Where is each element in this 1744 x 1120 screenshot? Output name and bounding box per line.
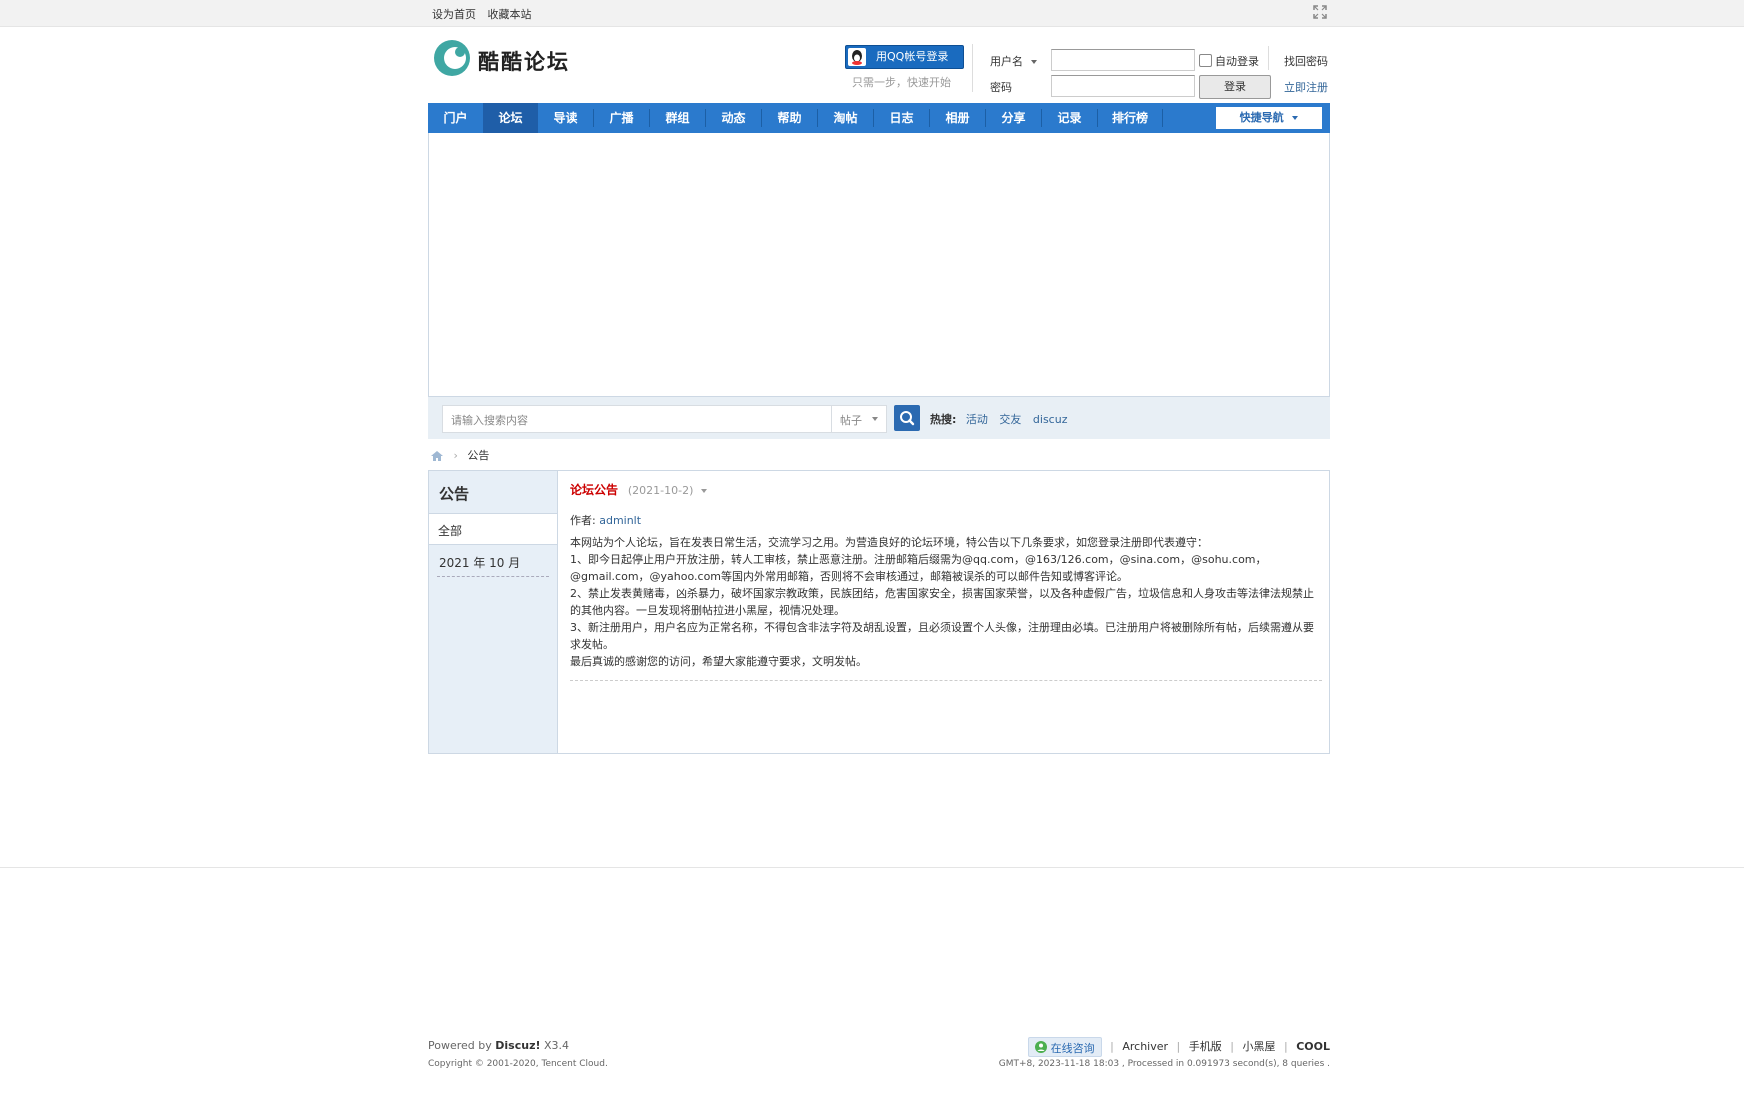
login-button[interactable]: 登录 [1199, 75, 1271, 99]
sidebar-item-all[interactable]: 全部 [429, 513, 557, 545]
announcement-paragraph: 2、禁止发表黄赌毒，凶杀暴力，破坏国家宗教政策，民族团结，危害国家安全，损害国家… [570, 587, 1314, 617]
search-button[interactable] [894, 405, 920, 431]
caret-down-icon [1292, 116, 1299, 120]
announcement-paragraph: 3、新注册用户，用户名应为正常名称，不得包含非法字符及胡乱设置，且必须设置个人头… [570, 621, 1314, 651]
nav-item-album[interactable]: 相册 [930, 103, 985, 133]
discuz-link[interactable]: Discuz! [495, 1039, 540, 1052]
nav-item-share[interactable]: 分享 [986, 103, 1041, 133]
footer-links: 在线咨询 | Archiver | 手机版 | 小黑屋 | COOL [1027, 1037, 1330, 1057]
announcement-main: 论坛公告 (2021-10-2) 作者: adminlt 本网站为个人论坛，旨在… [570, 481, 1322, 681]
announcement-panel: 公告 全部 2021 年 10 月 论坛公告 (2021-10-2) 作者: a… [428, 470, 1330, 754]
announcement-title[interactable]: 论坛公告 [570, 483, 618, 497]
header: 酷酷论坛 用QQ帐号登录 只需一步，快速开始 用户名 自动登录 找回密码 密码 … [428, 36, 1330, 100]
nav-divider [1162, 109, 1163, 127]
announcement-paragraph: 最后真诚的感谢您的访问，希望大家能遵守要求，文明发帖。 [570, 655, 867, 668]
archiver-link[interactable]: Archiver [1122, 1040, 1168, 1053]
author-line: 作者: adminlt [570, 512, 1322, 528]
auto-login-label: 自动登录 [1215, 55, 1259, 68]
nav-item-broadcast[interactable]: 广播 [594, 103, 649, 133]
breadcrumb-current: 公告 [467, 449, 490, 462]
powered-by: Powered by Discuz! X3.4 [428, 1039, 570, 1052]
search-type-select[interactable]: 帖子 [831, 406, 887, 432]
hot-keyword[interactable]: 交友 [999, 413, 1021, 426]
find-password-link[interactable]: 找回密码 [1284, 53, 1328, 69]
blackroom-link[interactable]: 小黑屋 [1242, 1040, 1275, 1053]
ad-area [428, 133, 1330, 397]
footer-divider [0, 867, 1744, 868]
password-input[interactable] [1051, 75, 1195, 97]
server-info: GMT+8, 2023-11-18 18:03 , Processed in 0… [998, 1059, 1330, 1069]
separator: | [1176, 1040, 1181, 1053]
search-input[interactable]: 请输入搜索内容 帖子 [442, 405, 887, 433]
author-link[interactable]: adminlt [599, 514, 641, 527]
main-nav: 门户 论坛 导读 广播 群组 动态 帮助 淘帖 日志 相册 分享 记录 排行榜 … [428, 103, 1330, 133]
announcement-date: (2021-10-2) [627, 484, 694, 497]
username-label[interactable]: 用户名 [990, 53, 1037, 69]
chevron-down-icon [1030, 60, 1037, 64]
search-icon [900, 411, 915, 426]
divider [437, 576, 549, 577]
hot-keyword[interactable]: 活动 [966, 413, 988, 426]
announcement-paragraph: 1、即今日起停止用户开放注册，转人工审核，禁止恶意注册。注册邮箱后缀需为@qq.… [570, 553, 1267, 583]
set-home-link[interactable]: 设为首页 [432, 8, 476, 21]
online-consult-button[interactable]: 在线咨询 [1027, 1037, 1102, 1057]
register-link[interactable]: 立即注册 [1284, 79, 1328, 95]
divider [1268, 46, 1269, 70]
mobile-link[interactable]: 手机版 [1189, 1040, 1222, 1053]
qq-login-label: 用QQ帐号登录 [876, 50, 949, 63]
username-input[interactable] [1051, 49, 1195, 71]
top-links: 设为首页 收藏本站 [432, 6, 540, 22]
announcement-paragraph: 本网站为个人论坛，旨在发表日常生活，交流学习之用。为营造良好的论坛环境，特公告以… [570, 536, 1208, 549]
nav-item-forum[interactable]: 论坛 [483, 103, 538, 133]
nav-item-collection[interactable]: 淘帖 [818, 103, 873, 133]
hot-search: 热搜: 活动 交友 discuz [930, 411, 1075, 427]
hot-search-label: 热搜: [930, 413, 957, 426]
auto-login-checkbox[interactable] [1199, 54, 1212, 67]
chevron-down-icon [872, 417, 878, 421]
author-label: 作者: [570, 514, 596, 527]
nav-item-feed[interactable]: 动态 [706, 103, 761, 133]
site-brand-link[interactable]: COOL [1296, 1040, 1330, 1053]
breadcrumb-separator-icon: › [453, 449, 458, 462]
qq-login-button[interactable]: 用QQ帐号登录 [845, 45, 964, 69]
sidebar-item-month[interactable]: 2021 年 10 月 [439, 554, 520, 571]
nav-item-portal[interactable]: 门户 [428, 103, 483, 133]
version: X3.4 [544, 1039, 570, 1052]
fullscreen-icon[interactable] [1313, 5, 1327, 19]
separator: | [1110, 1040, 1114, 1053]
nav-item-guide[interactable]: 导读 [538, 103, 593, 133]
qq-hint: 只需一步，快速开始 [852, 76, 951, 89]
copyright: Copyright © 2001-2020, Tencent Cloud. [428, 1059, 608, 1069]
nav-item-records[interactable]: 记录 [1042, 103, 1097, 133]
search-placeholder: 请输入搜索内容 [451, 414, 528, 427]
divider [570, 680, 1322, 681]
sidebar-title: 公告 [439, 485, 470, 503]
bookmark-link[interactable]: 收藏本站 [488, 8, 532, 21]
announcement-sidebar: 公告 全部 2021 年 10 月 [429, 471, 558, 753]
top-toolbar: 设为首页 收藏本站 [0, 0, 1744, 27]
separator: | [1283, 1040, 1288, 1053]
nav-item-help[interactable]: 帮助 [762, 103, 817, 133]
chat-icon [1034, 1041, 1047, 1053]
hot-keyword[interactable]: discuz [1033, 413, 1068, 426]
nav-item-blog[interactable]: 日志 [874, 103, 929, 133]
site-logo[interactable]: 酷酷论坛 [428, 36, 598, 80]
breadcrumb: › 公告 [430, 447, 489, 463]
nav-item-groups[interactable]: 群组 [650, 103, 705, 133]
home-icon[interactable] [430, 450, 444, 462]
logo-text: 酷酷论坛 [478, 49, 570, 74]
quick-nav-button[interactable]: 快捷导航 [1216, 107, 1322, 129]
qq-penguin-icon [848, 48, 866, 66]
logo-swirl-icon [434, 40, 470, 76]
separator: | [1230, 1040, 1234, 1053]
search-bar: 请输入搜索内容 帖子 热搜: 活动 交友 discuz [428, 397, 1330, 439]
password-label: 密码 [990, 81, 1012, 94]
chevron-down-icon[interactable] [701, 488, 708, 493]
nav-item-ranking[interactable]: 排行榜 [1098, 103, 1162, 133]
announcement-body: 本网站为个人论坛，旨在发表日常生活，交流学习之用。为营造良好的论坛环境，特公告以… [570, 534, 1322, 670]
divider [972, 44, 973, 92]
